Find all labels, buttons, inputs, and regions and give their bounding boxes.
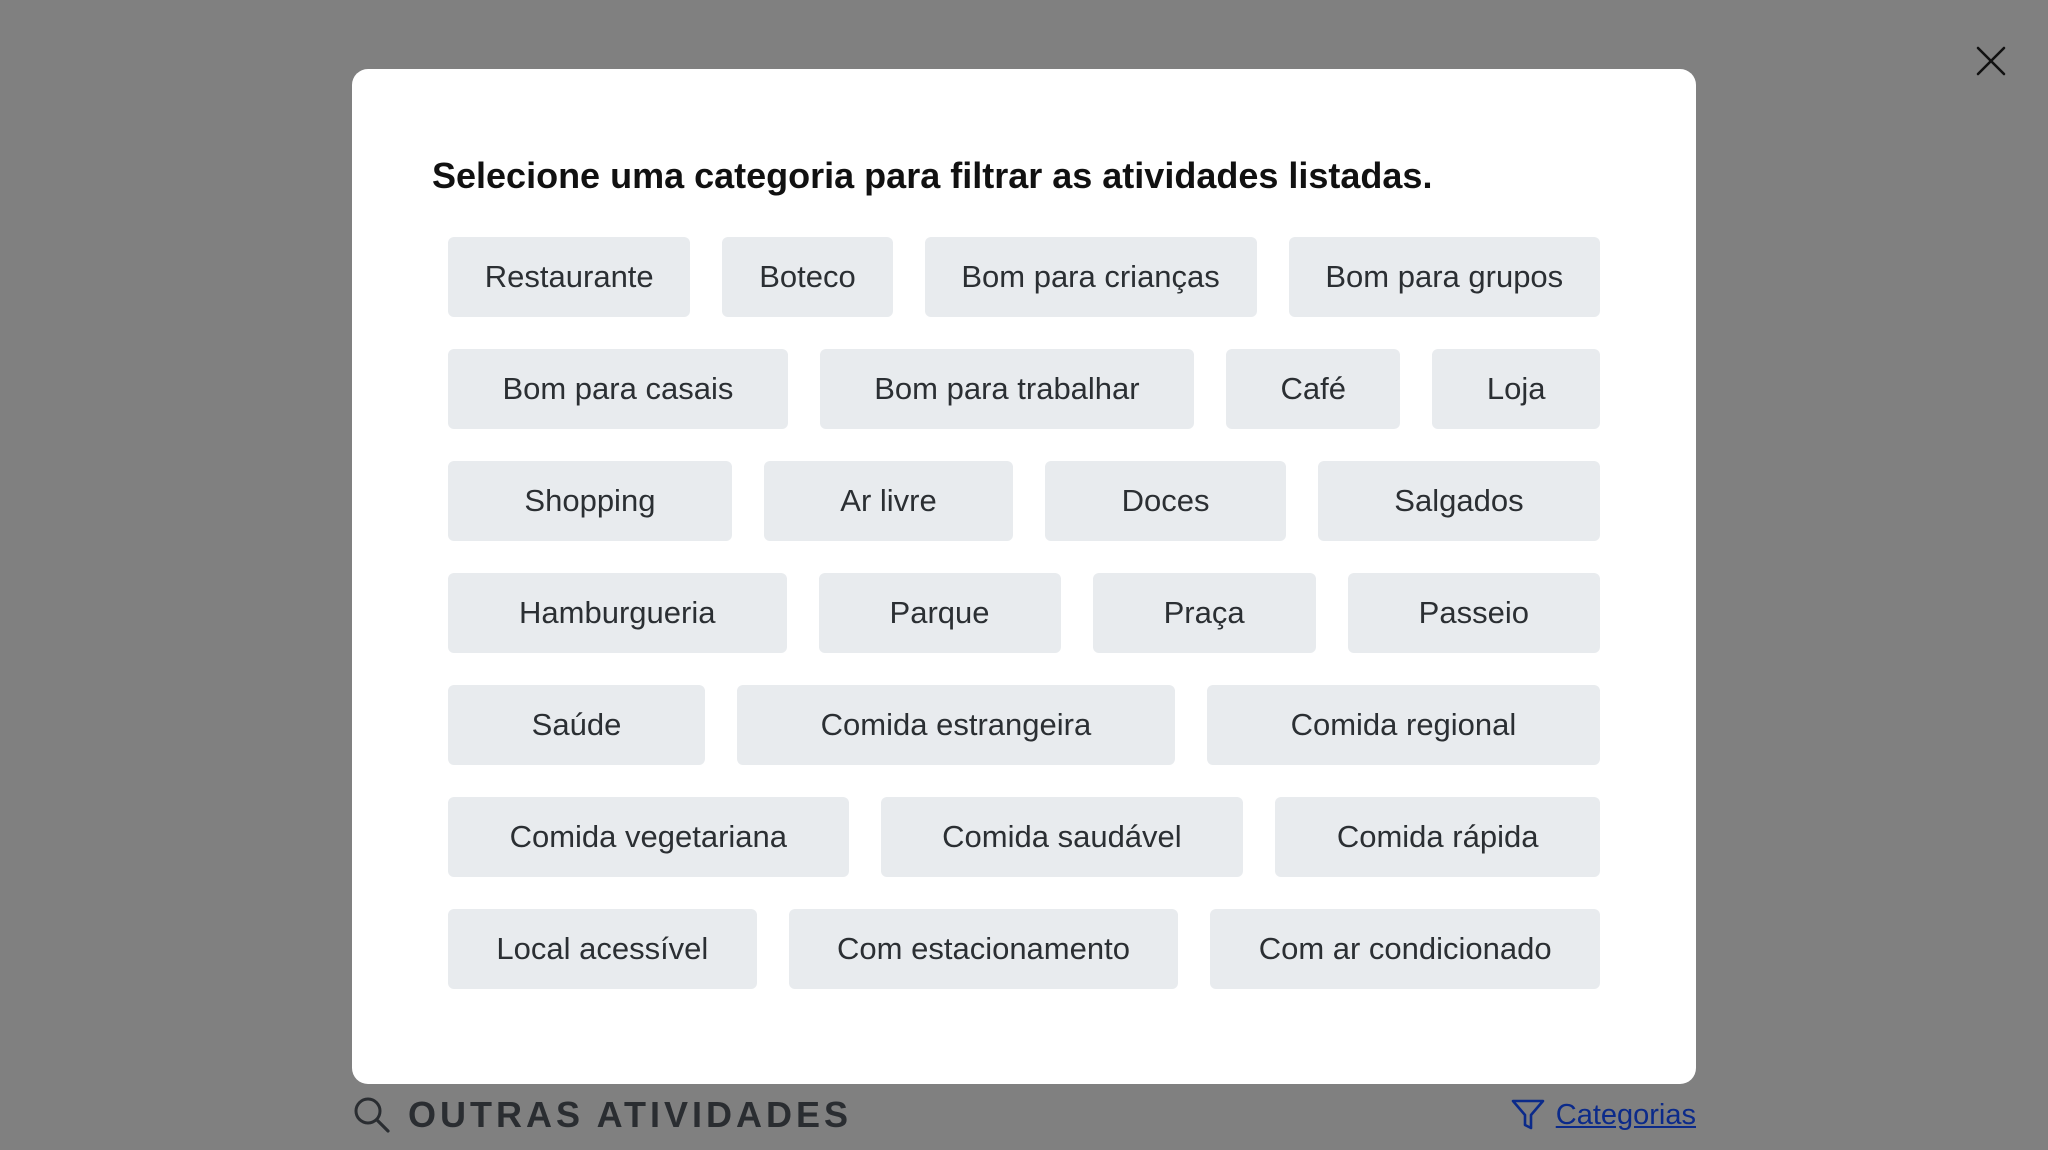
category-chip[interactable]: Comida estrangeira	[737, 685, 1175, 765]
category-chip[interactable]: Café	[1226, 349, 1401, 429]
category-chip[interactable]: Com estacionamento	[788, 909, 1179, 989]
category-chip[interactable]: Comida regional	[1206, 685, 1600, 765]
category-chip[interactable]: Local acessível	[448, 909, 757, 989]
category-chip[interactable]: Comida saudável	[880, 797, 1244, 877]
category-chip[interactable]: Comida vegetariana	[448, 797, 849, 877]
close-button[interactable]	[1974, 44, 2008, 78]
category-chip[interactable]: Bom para crianças	[924, 237, 1257, 317]
category-chip[interactable]: Boteco	[722, 237, 893, 317]
category-chip[interactable]: Doces	[1045, 461, 1286, 541]
category-chip[interactable]: Com ar condicionado	[1210, 909, 1600, 989]
category-chip[interactable]: Praça	[1092, 573, 1316, 653]
category-filter-modal: Selecione uma categoria para filtrar as …	[352, 69, 1696, 1084]
category-chip[interactable]: Bom para casais	[448, 349, 788, 429]
chip-row: Bom para casais Bom para trabalhar Café Loj…	[448, 349, 1600, 429]
category-chip[interactable]: Salgados	[1317, 461, 1600, 541]
filter-icon	[1511, 1099, 1545, 1130]
category-chip[interactable]: Comida rápida	[1275, 797, 1601, 877]
category-chip[interactable]: Restaurante	[448, 237, 691, 317]
category-chip[interactable]: Shopping	[448, 461, 732, 541]
chip-row: Restaurante Boteco Bom para crianças Bom pa…	[448, 237, 1600, 317]
chip-row: Local acessível Com estacionamento Com ar …	[448, 909, 1600, 989]
search-icon	[354, 1097, 390, 1133]
chip-row: Comida vegetariana Comida saudável Comida …	[448, 797, 1601, 877]
category-chip[interactable]: Bom para trabalhar	[819, 349, 1195, 429]
close-icon	[1976, 46, 2006, 76]
categories-link-text: Categorias	[1555, 1098, 1696, 1131]
category-chip[interactable]: Loja	[1432, 349, 1600, 429]
category-chip[interactable]: Saúde	[448, 685, 705, 765]
category-chip[interactable]: Hamburgueria	[448, 573, 787, 653]
category-chip[interactable]: Passeio	[1347, 573, 1600, 653]
category-chip-grid: Restaurante Boteco Bom para crianças Bom pa…	[448, 237, 1601, 1021]
chip-row: Shopping Ar livre Doces Salgados	[448, 461, 1600, 541]
modal-title: Selecione uma categoria para filtrar as …	[432, 155, 1433, 196]
background-section-header: OUTRAS ATIVIDADES Categorias	[352, 1090, 1696, 1140]
category-chip[interactable]: Bom para grupos	[1288, 237, 1600, 317]
category-chip[interactable]: Parque	[818, 573, 1061, 653]
section-heading-text: OUTRAS ATIVIDADES	[408, 1094, 853, 1135]
chip-row: Hamburgueria Parque Praça Passeio	[448, 573, 1600, 653]
category-chip[interactable]: Ar livre	[763, 461, 1014, 541]
categories-link[interactable]: Categorias	[1510, 1090, 1696, 1140]
chip-row: Saúde Comida estrangeira Comida regional	[448, 685, 1600, 765]
section-heading: OUTRAS ATIVIDADES	[352, 1090, 852, 1140]
